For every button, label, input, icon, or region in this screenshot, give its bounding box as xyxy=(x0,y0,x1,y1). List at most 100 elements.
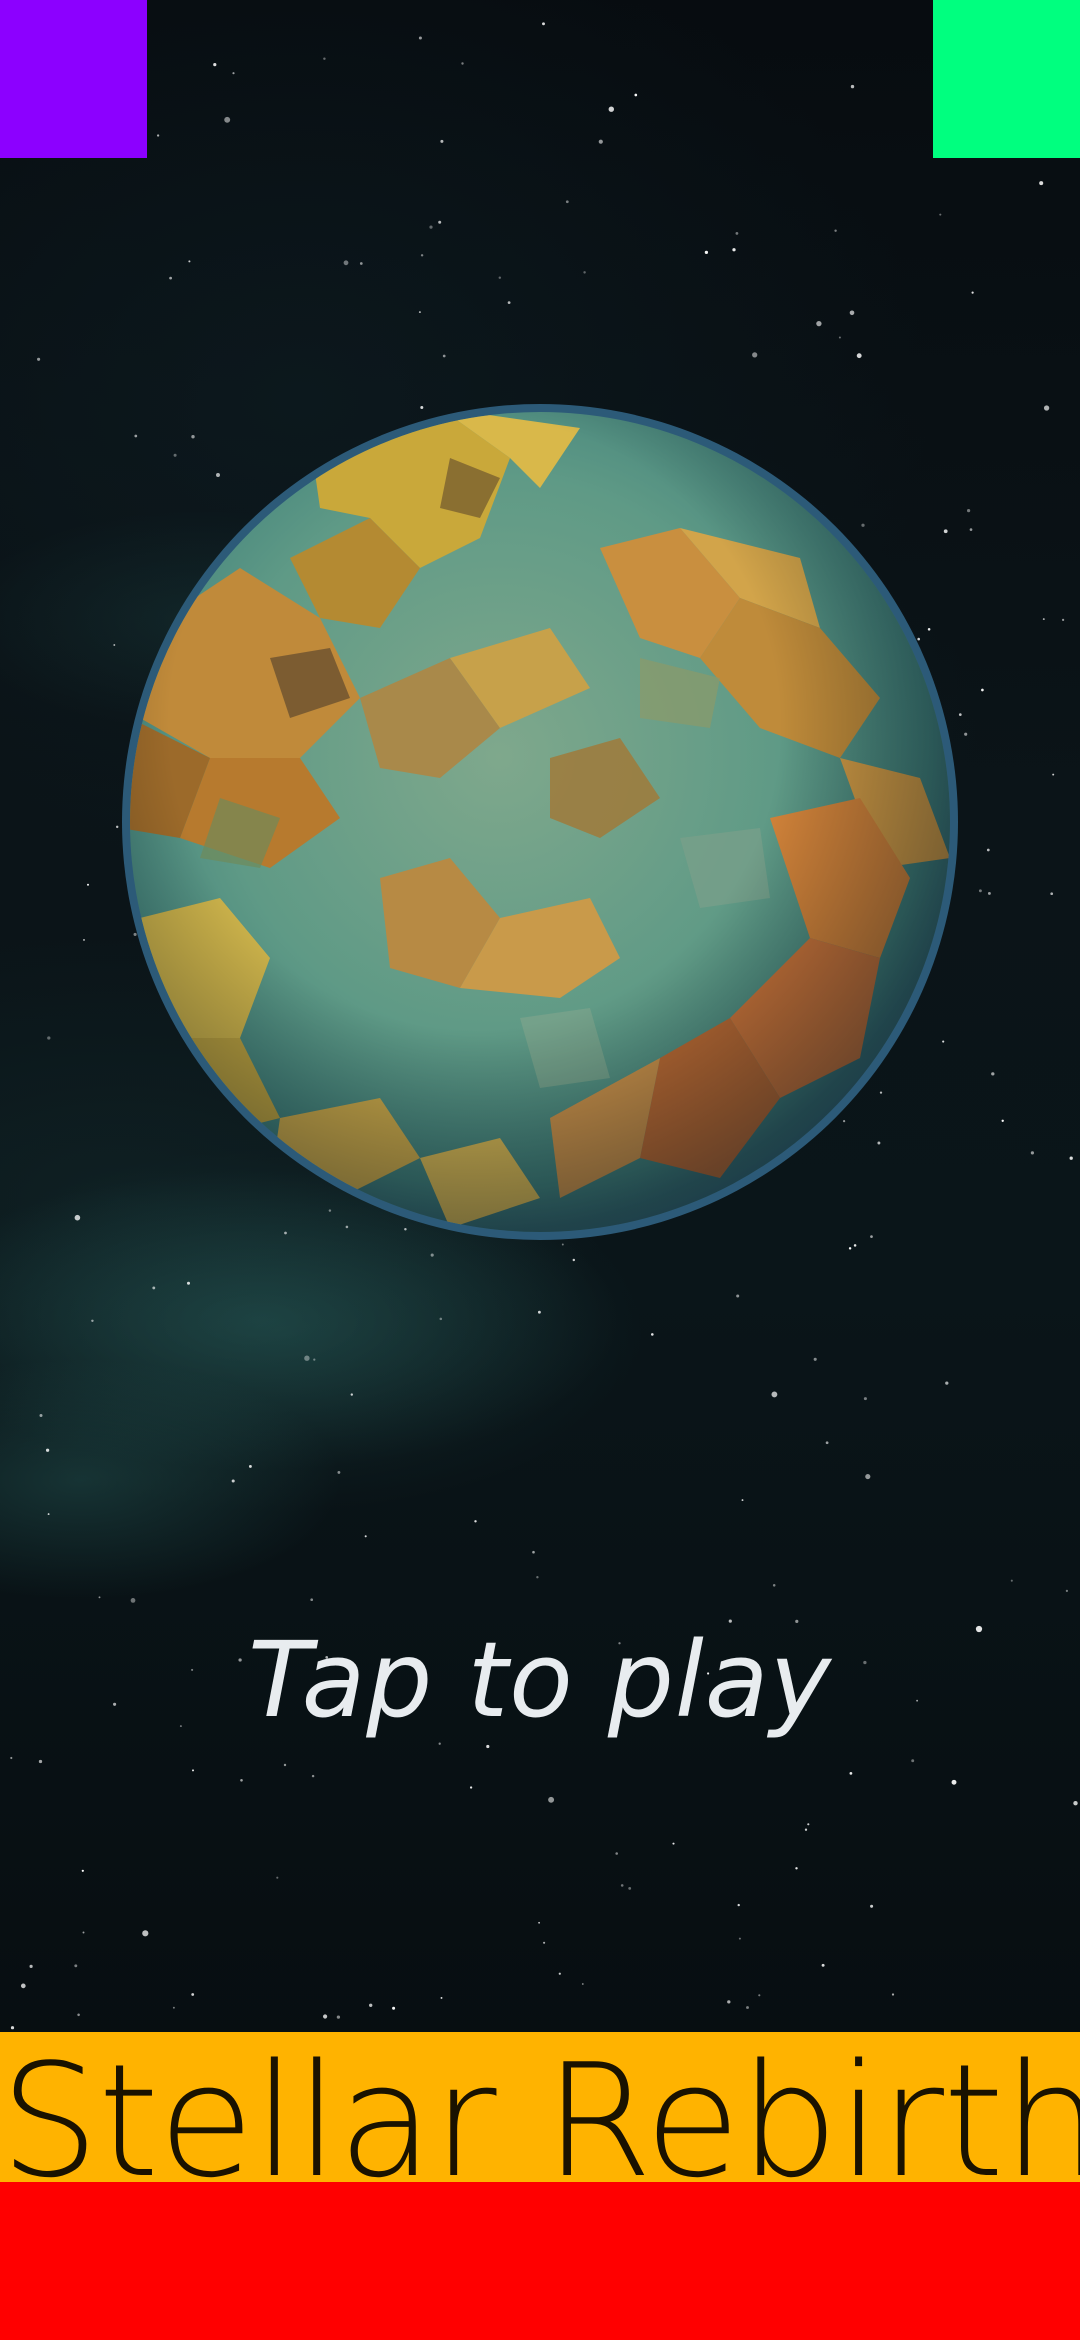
star xyxy=(98,1596,101,1599)
star xyxy=(115,825,119,829)
star xyxy=(152,1286,156,1290)
star xyxy=(310,1598,314,1602)
star xyxy=(850,84,855,89)
star xyxy=(620,1884,624,1887)
game-title: Stellar Rebirth xyxy=(0,2032,1080,2182)
star xyxy=(1065,1589,1069,1593)
game-screen[interactable]: Tap to play Stellar Rebirth xyxy=(0,0,1080,2340)
star xyxy=(191,1993,195,1996)
star xyxy=(848,1247,852,1250)
star xyxy=(838,336,841,339)
star xyxy=(469,1786,473,1789)
star xyxy=(565,200,569,204)
star xyxy=(169,276,172,280)
star xyxy=(628,1887,632,1890)
star xyxy=(736,1294,740,1298)
star xyxy=(772,1584,776,1587)
star xyxy=(727,2000,731,2004)
star xyxy=(536,1576,539,1579)
star xyxy=(350,1393,353,1396)
star xyxy=(156,134,160,137)
star xyxy=(598,139,603,144)
star xyxy=(735,232,739,235)
star xyxy=(752,352,758,358)
star xyxy=(813,1357,817,1361)
star xyxy=(231,1479,235,1483)
star xyxy=(863,1397,867,1401)
star xyxy=(704,250,709,255)
star xyxy=(1030,1151,1034,1155)
star xyxy=(634,93,638,97)
title-banner: Stellar Rebirth xyxy=(0,2032,1080,2182)
star xyxy=(945,1381,949,1385)
star xyxy=(816,320,822,327)
star xyxy=(537,1310,541,1314)
star xyxy=(323,2014,328,2019)
star xyxy=(142,1930,149,1937)
bottom-red-bar xyxy=(0,2182,1080,2340)
star xyxy=(911,1759,915,1763)
star xyxy=(192,1769,194,1772)
star xyxy=(650,1333,654,1336)
star xyxy=(542,22,545,26)
star xyxy=(1050,892,1054,896)
star xyxy=(430,1253,434,1257)
star xyxy=(498,276,502,279)
star xyxy=(741,1499,744,1502)
star xyxy=(248,1464,252,1468)
star xyxy=(304,1355,310,1361)
star xyxy=(507,301,511,304)
star xyxy=(440,139,444,143)
star xyxy=(1052,773,1055,776)
star xyxy=(130,1598,136,1603)
star xyxy=(543,1941,546,1944)
star xyxy=(442,354,446,358)
star xyxy=(558,1972,561,1975)
planet-icon[interactable] xyxy=(120,398,960,1246)
star xyxy=(283,1763,287,1767)
star xyxy=(82,1931,85,1934)
star xyxy=(939,213,942,216)
star xyxy=(439,1317,443,1321)
star xyxy=(1042,618,1045,621)
star xyxy=(986,848,990,852)
star xyxy=(1043,405,1050,411)
star xyxy=(429,225,433,229)
star xyxy=(795,1867,798,1870)
star xyxy=(438,220,442,224)
star xyxy=(311,1774,315,1778)
star xyxy=(418,36,422,40)
star xyxy=(313,1358,316,1361)
star xyxy=(771,1391,778,1398)
star xyxy=(849,1772,853,1775)
star xyxy=(337,1470,341,1474)
star xyxy=(20,1983,26,1989)
star xyxy=(224,116,231,123)
star xyxy=(978,889,982,893)
star xyxy=(615,1852,618,1855)
star xyxy=(1073,1801,1078,1806)
star xyxy=(971,291,974,294)
star xyxy=(583,271,586,274)
top-left-purple-block xyxy=(0,0,147,158)
star xyxy=(870,1904,874,1908)
star xyxy=(738,1937,741,1940)
star xyxy=(440,1996,443,1999)
star xyxy=(1010,1579,1013,1582)
star xyxy=(343,260,349,266)
star xyxy=(213,63,217,67)
tap-to-play-prompt[interactable]: Tap to play xyxy=(0,1610,1080,1750)
star xyxy=(392,2006,396,2010)
star xyxy=(1069,1156,1073,1160)
star xyxy=(336,2015,341,2019)
star xyxy=(10,1756,13,1760)
star xyxy=(825,1441,829,1445)
star xyxy=(572,1258,576,1262)
star xyxy=(276,1876,279,1879)
star xyxy=(83,938,85,941)
star xyxy=(532,1550,535,1554)
star xyxy=(364,1535,367,1538)
star xyxy=(987,891,991,895)
star xyxy=(474,1520,477,1523)
star xyxy=(188,260,191,263)
